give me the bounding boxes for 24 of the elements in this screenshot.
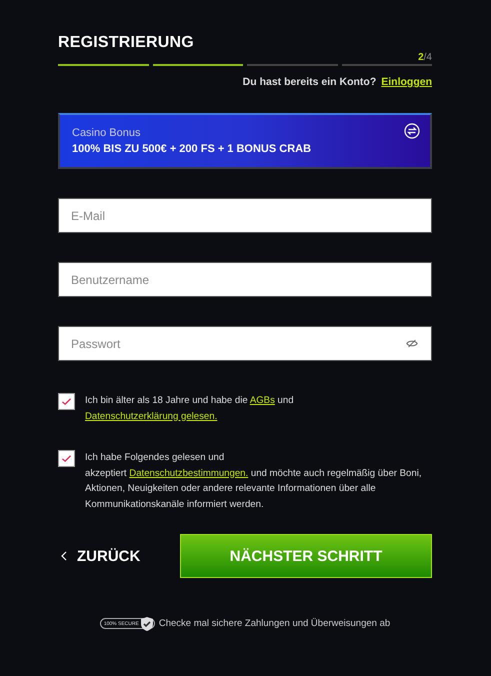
consent-link[interactable]: AGBs <box>250 395 275 406</box>
bonus-card[interactable]: Casino Bonus 100% BIS ZU 500€ + 200 FS + 1 BONUS CRAB <box>58 113 432 169</box>
input-field[interactable]: Passwort <box>58 326 432 361</box>
consent-link[interactable]: Datenschutzerklärung gelesen. <box>85 410 218 422</box>
login-link[interactable]: Einloggen <box>381 76 432 88</box>
checkbox[interactable] <box>58 450 75 467</box>
bonus-offer: 100% BIS ZU 500€ + 200 FS + 1 BONUS CRAB <box>72 143 312 155</box>
back-button[interactable]: ZURÜCK <box>58 548 140 564</box>
consent-link[interactable]: Datenschutzbestimmungen. <box>129 468 248 478</box>
checkmark-icon <box>61 454 72 463</box>
input-field[interactable]: E-Mail <box>58 198 432 233</box>
login-prompt: Du hast bereits ein Konto? <box>242 76 376 88</box>
chevron-left-icon <box>61 551 67 561</box>
footer-text: Checke mal sichere Zahlungen und Überweisungen ab <box>158 618 390 629</box>
checkbox[interactable] <box>58 393 75 410</box>
input-field[interactable]: Benutzername <box>58 262 432 297</box>
eye-slash-icon[interactable] <box>406 339 418 348</box>
bonus-label: Casino Bonus <box>72 127 142 139</box>
checkmark-icon <box>61 397 72 406</box>
page-title: REGISTRIERUNG <box>58 34 194 52</box>
consent-text: Ich bin älter als 18 Jahre und habe die AGBs und Datenschutzerklärung gelesen. <box>85 394 294 424</box>
step-counter: 2/4 <box>418 52 432 63</box>
swap-icon[interactable] <box>404 123 420 139</box>
consent-text: Ich habe Folgendes gelesen und akzeptiert Datenschutzbestimmungen. und möchte auch regelmäßig über Boni, Aktionen, Neuigkeiten oder andere relevante Informationen über alle Kommunikationskanäle informiert werden. <box>85 451 423 512</box>
